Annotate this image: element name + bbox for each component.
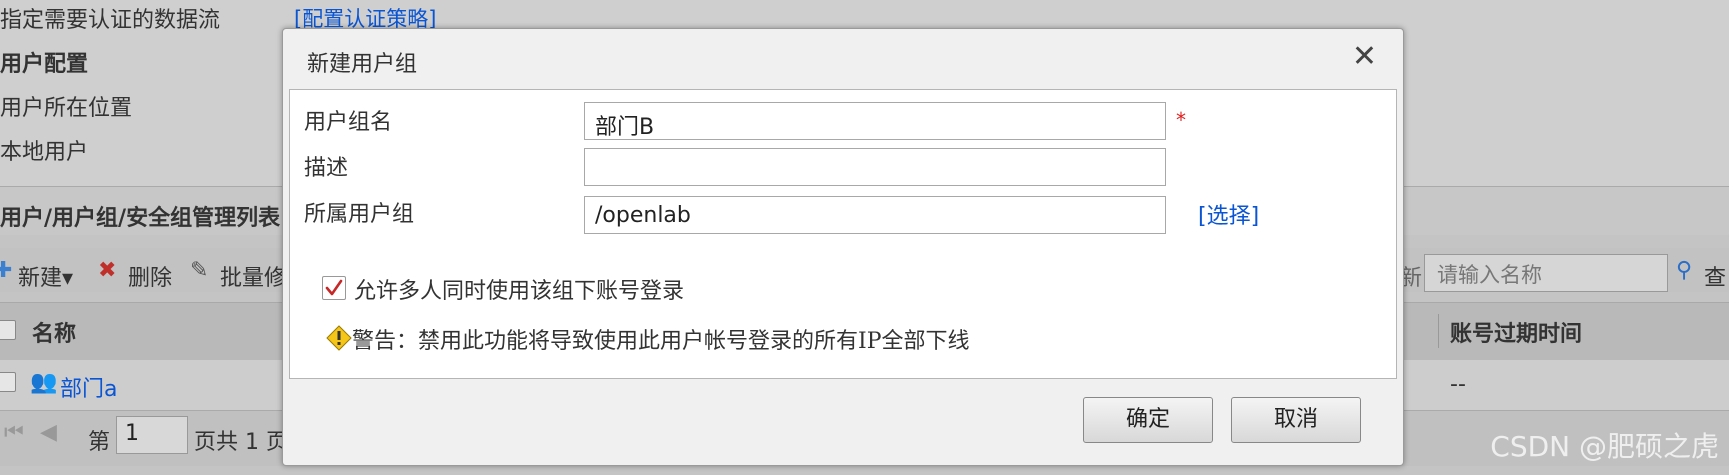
add-icon: ✚: [0, 258, 13, 283]
page-suffix: 页共 1 页: [194, 430, 288, 455]
dialog-title: 新建用户组: [307, 52, 418, 77]
watermark: CSDN @肥硕之虎: [1490, 430, 1719, 463]
local-user-label: 本地用户: [0, 140, 89, 165]
column-divider: [1438, 314, 1439, 348]
first-page-icon[interactable]: ⏮: [4, 420, 24, 445]
warning-text: 警告：禁用此功能将导致使用此用户帐号登录的所有IP全部下线: [352, 329, 970, 354]
search-icon[interactable]: ⚲: [1676, 258, 1692, 283]
edit-icon: ✎: [190, 258, 209, 283]
description-label: 描述: [304, 156, 349, 181]
parent-group-input[interactable]: /openlab: [584, 196, 1166, 234]
page-number-value: 1: [125, 421, 139, 446]
required-mark: *: [1176, 108, 1186, 132]
select-group-link[interactable]: [选择]: [1198, 198, 1259, 230]
dialog-body: 用户组名 部门B * 描述 所属用户组 /openlab [选择] 允许多人同时…: [289, 89, 1397, 379]
page-prefix: 第: [88, 430, 111, 455]
expire-value: --: [1450, 372, 1466, 397]
batch-edit-button[interactable]: 批量修: [220, 260, 286, 292]
delete-button[interactable]: 删除: [128, 260, 172, 292]
group-name-label: 用户组名: [304, 110, 393, 135]
row-checkbox[interactable]: [0, 372, 16, 392]
group-name-input[interactable]: 部门B: [584, 102, 1166, 140]
new-button[interactable]: 新建▾: [18, 260, 73, 292]
delete-icon: ✖: [98, 258, 117, 283]
close-icon[interactable]: ✕: [1352, 41, 1377, 73]
user-location-label: 用户所在位置: [0, 96, 133, 121]
ok-button[interactable]: 确定: [1083, 397, 1213, 443]
column-expire-time: 账号过期时间: [1450, 322, 1583, 347]
cancel-button[interactable]: 取消: [1231, 397, 1361, 443]
section-title: 用户/用户组/安全组管理列表: [0, 205, 281, 231]
search-placeholder: 请输入名称: [1437, 263, 1542, 287]
allow-multi-login-label: 允许多人同时使用该组下账号登录: [354, 279, 685, 304]
user-group-icon: 👥: [30, 370, 58, 395]
prev-page-icon[interactable]: ◀: [40, 420, 57, 445]
column-name: 名称: [32, 322, 77, 347]
warning-icon: [326, 325, 352, 355]
parent-group-label: 所属用户组: [304, 202, 415, 227]
user-config-label: 用户配置: [0, 52, 89, 77]
allow-multi-login-checkbox[interactable]: [322, 276, 346, 300]
checkmark-icon: [325, 279, 343, 296]
description-input[interactable]: [584, 148, 1166, 186]
specify-flow-label: 指定需要认证的数据流: [0, 8, 221, 33]
group-name-link[interactable]: 部门a: [60, 371, 117, 403]
search-button[interactable]: 查: [1704, 260, 1726, 292]
select-all-checkbox[interactable]: [0, 320, 16, 340]
new-user-group-dialog: 新建用户组 ✕ 用户组名 部门B * 描述 所属用户组 /openlab [选择…: [282, 28, 1404, 466]
page-number-input[interactable]: 1: [116, 416, 188, 454]
search-input[interactable]: 请输入名称: [1424, 254, 1668, 292]
